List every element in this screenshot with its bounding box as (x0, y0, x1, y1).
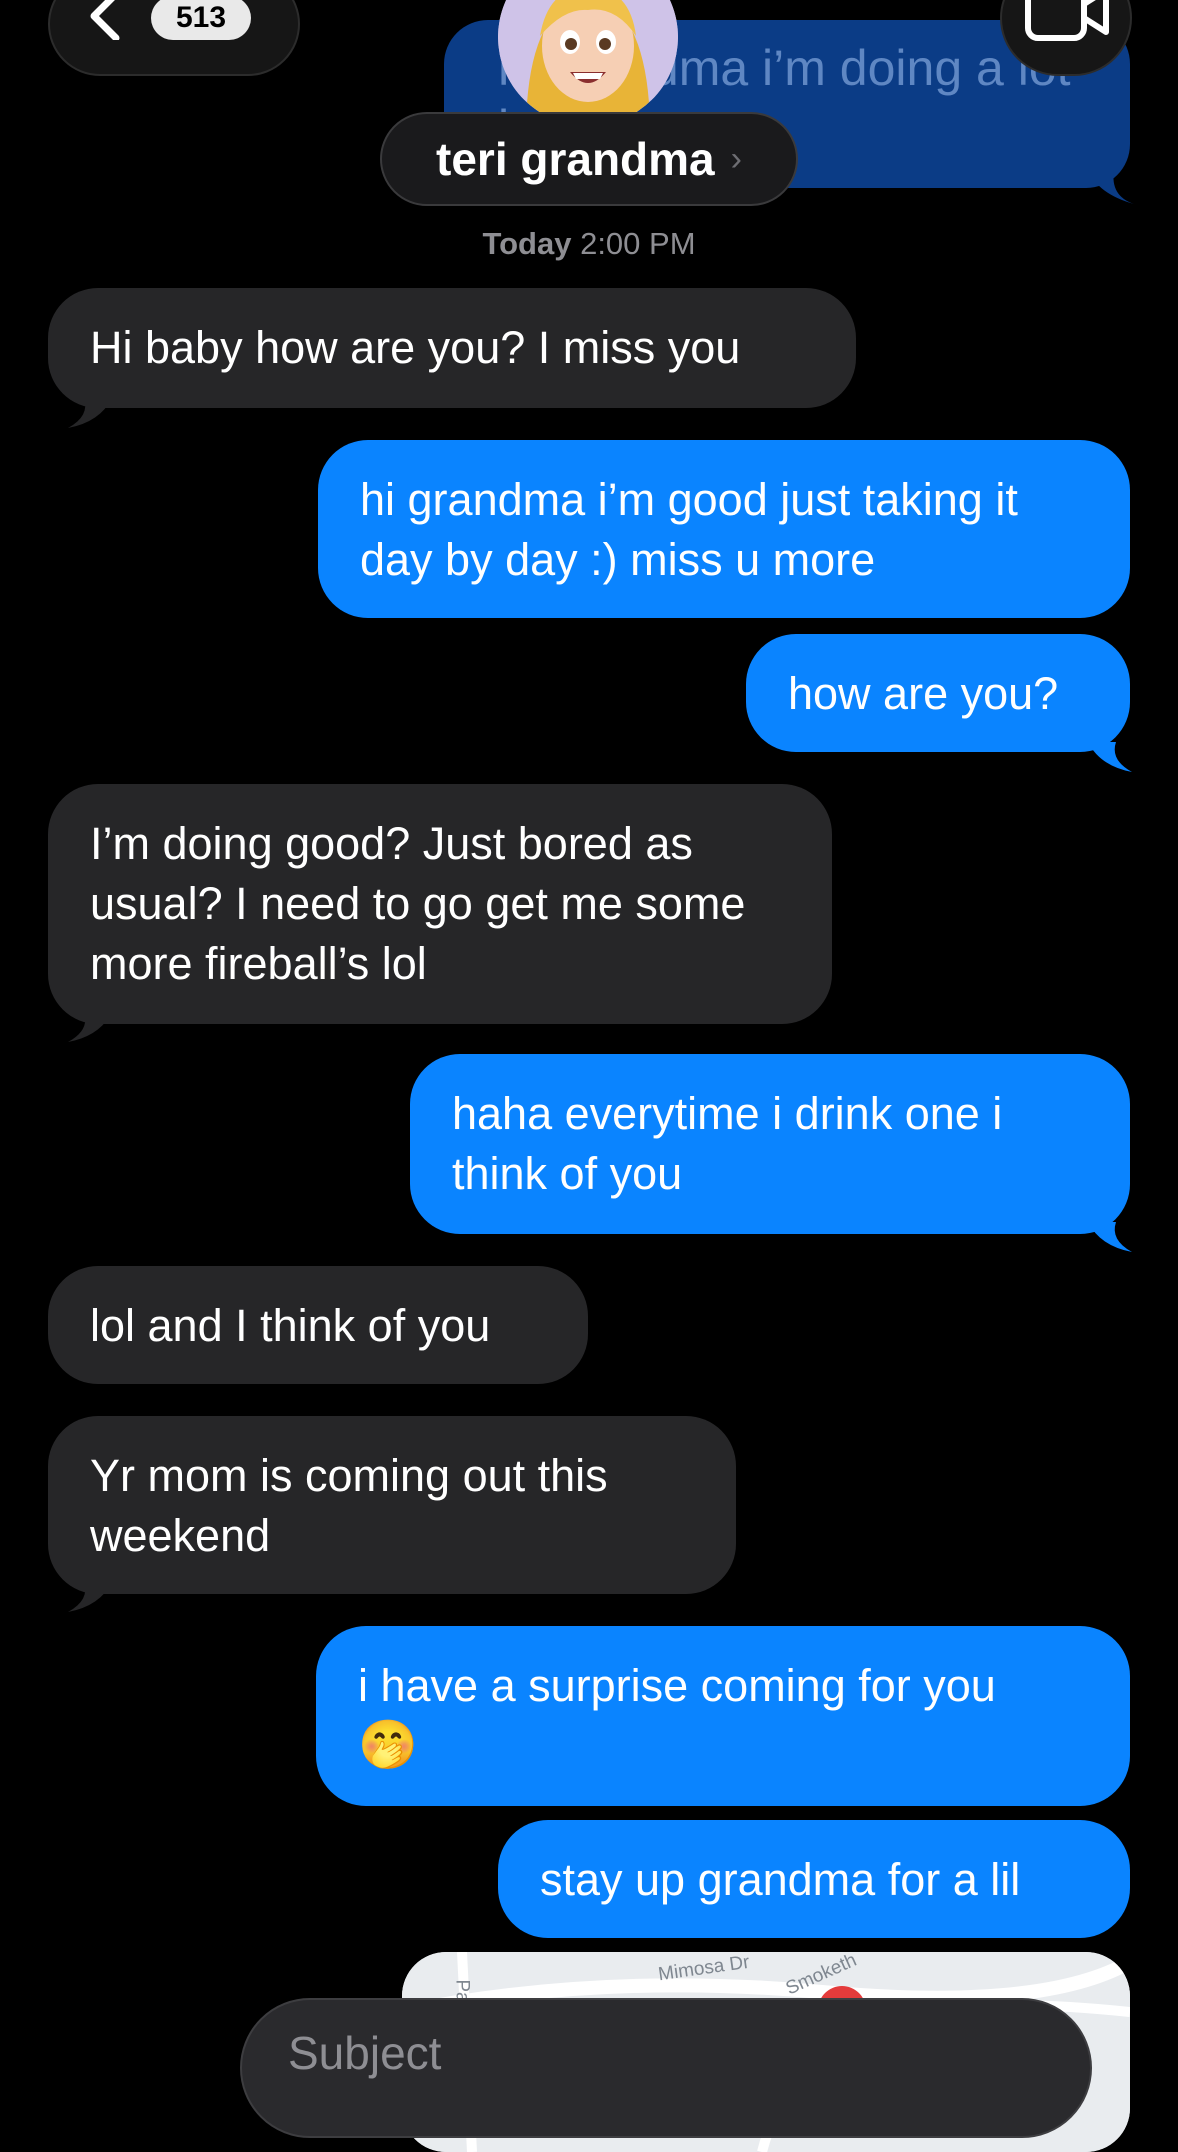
message-text: I’m doing good? Just bored as usual? I n… (90, 818, 746, 989)
unread-count-badge[interactable]: 513 (151, 0, 251, 40)
message-bubble-outgoing[interactable]: haha everytime i drink one i think of yo… (410, 1054, 1130, 1234)
message-text: stay up grandma for a lil (540, 1854, 1021, 1905)
message-text: hi grandma i’m good just taking it day b… (360, 474, 1018, 585)
message-bubble-incoming[interactable]: Hi baby how are you? I miss you (48, 288, 856, 408)
chevron-right-icon: › (730, 139, 742, 178)
ghost-bubble-tail (1088, 170, 1134, 204)
video-camera-icon[interactable] (1024, 0, 1110, 42)
message-text: haha everytime i drink one i think of yo… (452, 1088, 1003, 1199)
message-bubble-outgoing[interactable]: i have a surprise coming for you 🤭 (316, 1626, 1130, 1806)
message-text: Hi baby how are you? I miss you (90, 322, 741, 373)
message-text: Yr mom is coming out this weekend (90, 1450, 608, 1561)
contact-name-button[interactable]: teri grandma › (380, 112, 798, 206)
timestamp-time: 2:00 PM (580, 226, 696, 261)
message-text: how are you? (788, 668, 1059, 719)
message-bubble-incoming[interactable]: lol and I think of you (48, 1266, 588, 1384)
contact-name: teri grandma (436, 133, 715, 185)
message-bubble-incoming[interactable]: Yr mom is coming out this weekend (48, 1416, 736, 1594)
message-bubble-outgoing[interactable]: stay up grandma for a lil (498, 1820, 1130, 1938)
timestamp-day: Today (482, 226, 572, 261)
conversation-timestamp: Today 2:00 PM (0, 226, 1178, 262)
message-bubble-outgoing[interactable]: hi grandma i’m good just taking it day b… (318, 440, 1130, 618)
message-bubble-incoming[interactable]: I’m doing good? Just bored as usual? I n… (48, 784, 832, 1024)
chevron-left-icon[interactable] (86, 0, 126, 40)
message-text: i have a surprise coming for you (358, 1660, 996, 1711)
face-with-hand-over-mouth-emoji: 🤭 (358, 1719, 418, 1772)
subject-input[interactable]: Subject (288, 2026, 441, 2080)
message-bubble-outgoing[interactable]: how are you? (746, 634, 1130, 752)
message-text: lol and I think of you (90, 1300, 491, 1351)
